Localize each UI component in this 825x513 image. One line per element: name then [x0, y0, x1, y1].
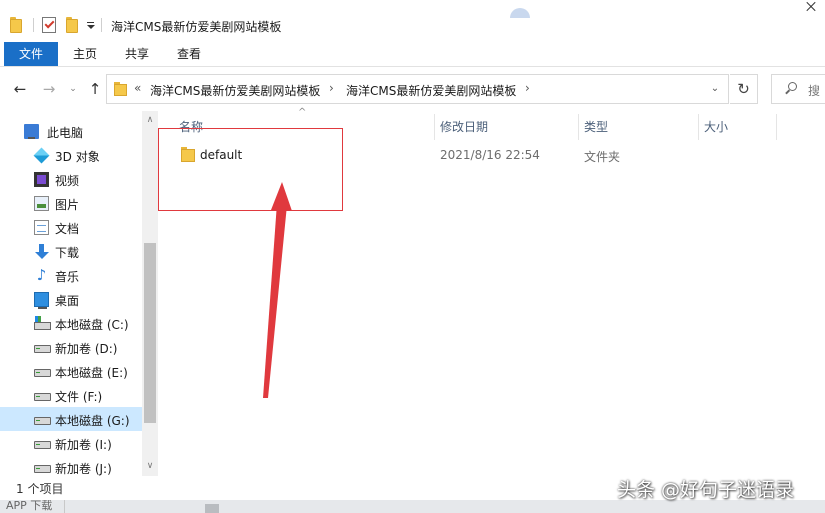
nav-item-this-pc[interactable]: 此电脑 [0, 119, 142, 143]
back-arrow-icon[interactable]: ← [10, 79, 30, 99]
ribbon-tabs: 文件 主页 共享 查看 [0, 40, 825, 67]
drive-icon [34, 364, 51, 379]
column-header-modified[interactable]: 修改日期 [440, 118, 488, 140]
column-divider[interactable] [776, 114, 777, 140]
nav-item-pictures[interactable]: 图片 [0, 191, 142, 215]
forward-arrow-icon[interactable]: → [39, 79, 59, 99]
annotation-highlight-box [158, 128, 343, 211]
nav-item-label: 本地磁盘 (E:) [55, 366, 128, 380]
new-folder-icon[interactable] [66, 17, 80, 33]
nav-item-drive-d[interactable]: 新加卷 (D:) [0, 335, 142, 359]
breadcrumb-item[interactable]: 海洋CMS最新仿爱美剧网站模板 [346, 82, 516, 99]
nav-item-drive-c[interactable]: 本地磁盘 (C:) [0, 311, 142, 335]
drive-icon [34, 340, 51, 355]
tab-file[interactable]: 文件 [4, 42, 58, 66]
customize-dropdown-icon[interactable] [86, 22, 95, 31]
nav-item-drive-i[interactable]: 新加卷 (I:) [0, 431, 142, 455]
nav-item-videos[interactable]: 视频 [0, 167, 142, 191]
nav-item-label: 视频 [55, 174, 80, 188]
column-divider[interactable] [578, 114, 579, 140]
breadcrumb-separator[interactable]: › [525, 81, 530, 95]
nav-item-label: 下载 [55, 246, 80, 260]
title-divider [101, 18, 102, 32]
videos-icon [34, 172, 49, 187]
downloads-icon [34, 244, 49, 259]
address-row: ← → ⌄ ↑ « 海洋CMS最新仿爱美剧网站模板 › 海洋CMS最新仿爱美剧网… [0, 67, 825, 111]
properties-icon[interactable] [42, 17, 56, 33]
address-folder-icon [114, 82, 128, 96]
nav-item-label: 本地磁盘 (G:) [55, 414, 130, 428]
nav-item-label: 图片 [55, 198, 80, 212]
up-arrow-icon[interactable]: ↑ [85, 79, 105, 99]
file-type: 文件夹 [584, 150, 621, 164]
close-icon[interactable] [799, 0, 825, 12]
pictures-icon [34, 196, 49, 211]
taskbar-button[interactable] [205, 504, 219, 513]
file-modified: 2021/8/16 22:54 [440, 148, 540, 162]
address-bar[interactable]: « 海洋CMS最新仿爱美剧网站模板 › 海洋CMS最新仿爱美剧网站模板 › ⌄ [106, 74, 729, 104]
nav-item-drive-e[interactable]: 本地磁盘 (E:) [0, 359, 142, 383]
nav-item-drive-j[interactable]: 新加卷 (J:) [0, 455, 142, 476]
nav-item-drive-g[interactable]: 本地磁盘 (G:) [0, 407, 142, 431]
tab-home[interactable]: 主页 [62, 42, 108, 66]
nav-item-label: 音乐 [55, 270, 80, 284]
drive-icon [34, 412, 51, 427]
nav-item-label: 3D 对象 [55, 150, 100, 164]
sort-ascending-chevron-icon: ^ [298, 107, 307, 118]
nav-item-label: 文件 (F:) [55, 390, 103, 404]
title-bar: 海洋CMS最新仿爱美剧网站模板 [0, 0, 825, 40]
file-list: ^ 名称 修改日期 类型 大小 default 2021/8/16 22:54 … [158, 107, 825, 476]
column-header-size[interactable]: 大小 [704, 118, 728, 140]
scroll-up-chevron-icon[interactable]: ∧ [142, 113, 158, 127]
item-count: 1 个项目 [16, 482, 64, 496]
tab-share[interactable]: 共享 [114, 42, 160, 66]
desktop-icon [34, 292, 49, 309]
column-header-type[interactable]: 类型 [584, 118, 608, 140]
breadcrumb-overflow[interactable]: « [134, 81, 141, 95]
nav-item-desktop[interactable]: 桌面 [0, 287, 142, 311]
navigation-pane: 此电脑 3D 对象 视频 图片 文档 下载 ♪ 音乐 桌面 本地磁盘 (C:) … [0, 111, 158, 476]
nav-item-label: 桌面 [55, 294, 80, 308]
breadcrumb-separator[interactable]: › [329, 81, 334, 95]
system-drive-icon [34, 316, 51, 331]
nav-item-music[interactable]: ♪ 音乐 [0, 263, 142, 287]
nav-item-label: 新加卷 (I:) [55, 438, 112, 452]
address-dropdown-chevron-icon[interactable]: ⌄ [710, 84, 720, 94]
scroll-down-chevron-icon[interactable]: ∨ [142, 459, 158, 473]
column-divider[interactable] [434, 114, 435, 140]
scrollbar-thumb[interactable] [144, 243, 156, 423]
nav-item-3d-objects[interactable]: 3D 对象 [0, 143, 142, 167]
folder-icon[interactable] [10, 17, 24, 33]
this-pc-icon [24, 124, 39, 139]
drive-icon [34, 436, 51, 451]
nav-item-label: 文档 [55, 222, 80, 236]
search-icon [784, 82, 798, 96]
breadcrumb-item[interactable]: 海洋CMS最新仿爱美剧网站模板 [150, 82, 320, 99]
nav-item-documents[interactable]: 文档 [0, 215, 142, 239]
column-divider[interactable] [698, 114, 699, 140]
tab-view[interactable]: 查看 [166, 42, 212, 66]
background-window-edge [510, 8, 530, 18]
nav-item-label: 新加卷 (D:) [55, 342, 118, 356]
music-icon: ♪ [36, 266, 47, 284]
nav-item-drive-f[interactable]: 文件 (F:) [0, 383, 142, 407]
nav-scrollbar[interactable]: ∧ ∨ [142, 111, 158, 476]
window-title: 海洋CMS最新仿爱美剧网站模板 [111, 20, 282, 34]
drive-icon [34, 388, 51, 403]
watermark-text: 头条 @好句子迷语录 [617, 479, 795, 501]
documents-icon [34, 220, 49, 235]
title-divider [33, 18, 34, 32]
drive-icon [34, 460, 51, 475]
nav-item-label: 此电脑 [47, 126, 84, 140]
nav-item-label: 本地磁盘 (C:) [55, 318, 129, 332]
taskbar-divider [64, 500, 65, 513]
search-placeholder: 搜 [808, 84, 821, 98]
search-input[interactable]: 搜 [771, 74, 825, 104]
refresh-icon[interactable]: ↻ [730, 74, 758, 104]
nav-item-downloads[interactable]: 下载 [0, 239, 142, 263]
nav-item-label: 新加卷 (J:) [55, 462, 112, 476]
3d-objects-icon [33, 147, 50, 164]
recent-locations-chevron-icon[interactable]: ⌄ [68, 84, 78, 94]
taskbar-label[interactable]: APP 下载 [6, 500, 52, 513]
